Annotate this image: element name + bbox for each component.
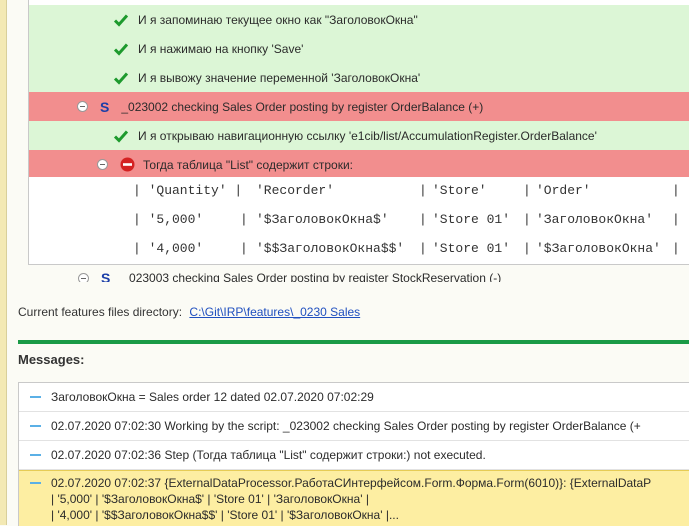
step-row[interactable]: И я вывожу значение переменной 'Заголово… — [29, 63, 689, 93]
section-divider — [18, 340, 689, 344]
check-icon — [114, 72, 128, 85]
table-cell: 'Order' — [536, 183, 591, 198]
message-item-warning[interactable]: 02.07.2020 07:02:37 {ExternalDataProcess… — [19, 470, 689, 526]
directory-label: Current features files directory: — [18, 305, 183, 319]
info-dash-icon — [30, 482, 41, 484]
info-dash-icon — [30, 454, 41, 456]
table-separator: | — [240, 241, 248, 256]
step-row[interactable]: И я нажимаю на кнопку 'Save' — [29, 34, 689, 64]
messages-title: Messages: — [18, 352, 85, 367]
step-text: И я нажимаю на кнопку 'Save' — [138, 41, 304, 56]
table-cell: 'Store' — [432, 183, 487, 198]
message-text: 02.07.2020 07:02:30 Working by the scrip… — [51, 419, 641, 433]
table-cell: '$ЗаголовокОкна$' — [256, 212, 389, 227]
table-cell: '$$ЗаголовокОкна$$' — [256, 241, 405, 256]
step-text: И я запоминаю текущее окно как "Заголово… — [138, 12, 418, 27]
scenario-row-partial[interactable]: S _023003 checking Sales Order posting b… — [44, 262, 501, 282]
step-row[interactable]: И я открываю навигационную ссылку 'e1cib… — [29, 121, 689, 151]
left-panel-edge — [0, 0, 7, 525]
test-results-tree[interactable]: И я запоминаю текущее окно как "Заголово… — [28, 0, 689, 265]
table-cell: | '4,000' — [133, 241, 204, 256]
scenario-title: _023003 checking Sales Order posting by … — [122, 271, 502, 282]
table-cell: 'Recorder' — [256, 183, 335, 198]
message-item[interactable]: 02.07.2020 07:02:30 Working by the scrip… — [19, 412, 689, 441]
table-separator: | — [672, 183, 680, 198]
step-text: Тогда таблица "List" содержит строки: — [143, 157, 353, 172]
table-separator: | — [419, 183, 427, 198]
table-separator: | — [240, 212, 248, 227]
table-separator: | — [523, 212, 531, 227]
scenario-icon: S — [101, 270, 111, 282]
table-row[interactable]: | '5,000' | '$ЗаголовокОкна$' | 'Store 0… — [29, 206, 689, 236]
step-text: И я открываю навигационную ссылку 'e1cib… — [138, 128, 597, 143]
messages-list[interactable]: ЗаголовокОкна = Sales order 12 dated 02.… — [18, 382, 689, 526]
directory-link[interactable]: C:\Git\IRP\features\_0230 Sales — [189, 305, 360, 319]
message-text: | '4,000' | '$$ЗаголовокОкна$$' | 'Store… — [51, 508, 399, 522]
table-row[interactable]: | '4,000' | '$$ЗаголовокОкна$$' | 'Store… — [29, 235, 689, 264]
message-item[interactable]: 02.07.2020 07:02:36 Step (Тогда таблица … — [19, 441, 689, 470]
message-text: | '5,000' | '$ЗаголовокОкна$' | 'Store 0… — [51, 492, 369, 506]
table-separator: | — [419, 212, 427, 227]
step-text: И я вывожу значение переменной 'Заголово… — [138, 70, 421, 85]
table-cell: 'Store 01' — [432, 241, 511, 256]
info-dash-icon — [30, 425, 41, 427]
table-separator: | — [672, 212, 680, 227]
table-separator: | — [672, 241, 680, 256]
error-icon — [120, 157, 135, 172]
features-directory: Current features files directory: C:\Git… — [18, 305, 360, 319]
collapse-icon[interactable] — [77, 101, 88, 112]
info-dash-icon — [30, 396, 41, 398]
message-text: ЗаголовокОкна = Sales order 12 dated 02.… — [51, 390, 374, 404]
table-separator: | — [523, 241, 531, 256]
step-row-failed[interactable]: Тогда таблица "List" содержит строки: — [29, 150, 689, 180]
table-cell: 'Store 01' — [432, 212, 511, 227]
collapse-icon[interactable] — [97, 159, 108, 170]
message-text: 02.07.2020 07:02:37 {ExternalDataProcess… — [51, 476, 652, 490]
scenario-title: _023002 checking Sales Order posting by … — [121, 99, 484, 114]
table-row[interactable]: | 'Quantity' | 'Recorder' | 'Store' | 'O… — [29, 177, 689, 207]
table-separator: | — [419, 241, 427, 256]
check-icon — [114, 130, 128, 143]
message-text: 02.07.2020 07:02:36 Step (Тогда таблица … — [51, 448, 486, 462]
collapse-icon[interactable] — [78, 272, 89, 282]
message-item[interactable]: ЗаголовокОкна = Sales order 12 dated 02.… — [19, 383, 689, 412]
scenario-icon: S — [100, 98, 110, 115]
table-cell: | 'Quantity' | — [133, 183, 243, 198]
table-separator: | — [523, 183, 531, 198]
scenario-row-failed[interactable]: S _023002 checking Sales Order posting b… — [29, 92, 689, 122]
table-cell: 'ЗаголовокОкна' — [536, 212, 654, 227]
table-cell: | '5,000' — [133, 212, 204, 227]
check-icon — [114, 14, 128, 27]
check-icon — [114, 43, 128, 56]
step-row[interactable]: И я запоминаю текущее окно как "Заголово… — [29, 5, 689, 35]
table-cell: '$ЗаголовокОкна' — [536, 241, 661, 256]
